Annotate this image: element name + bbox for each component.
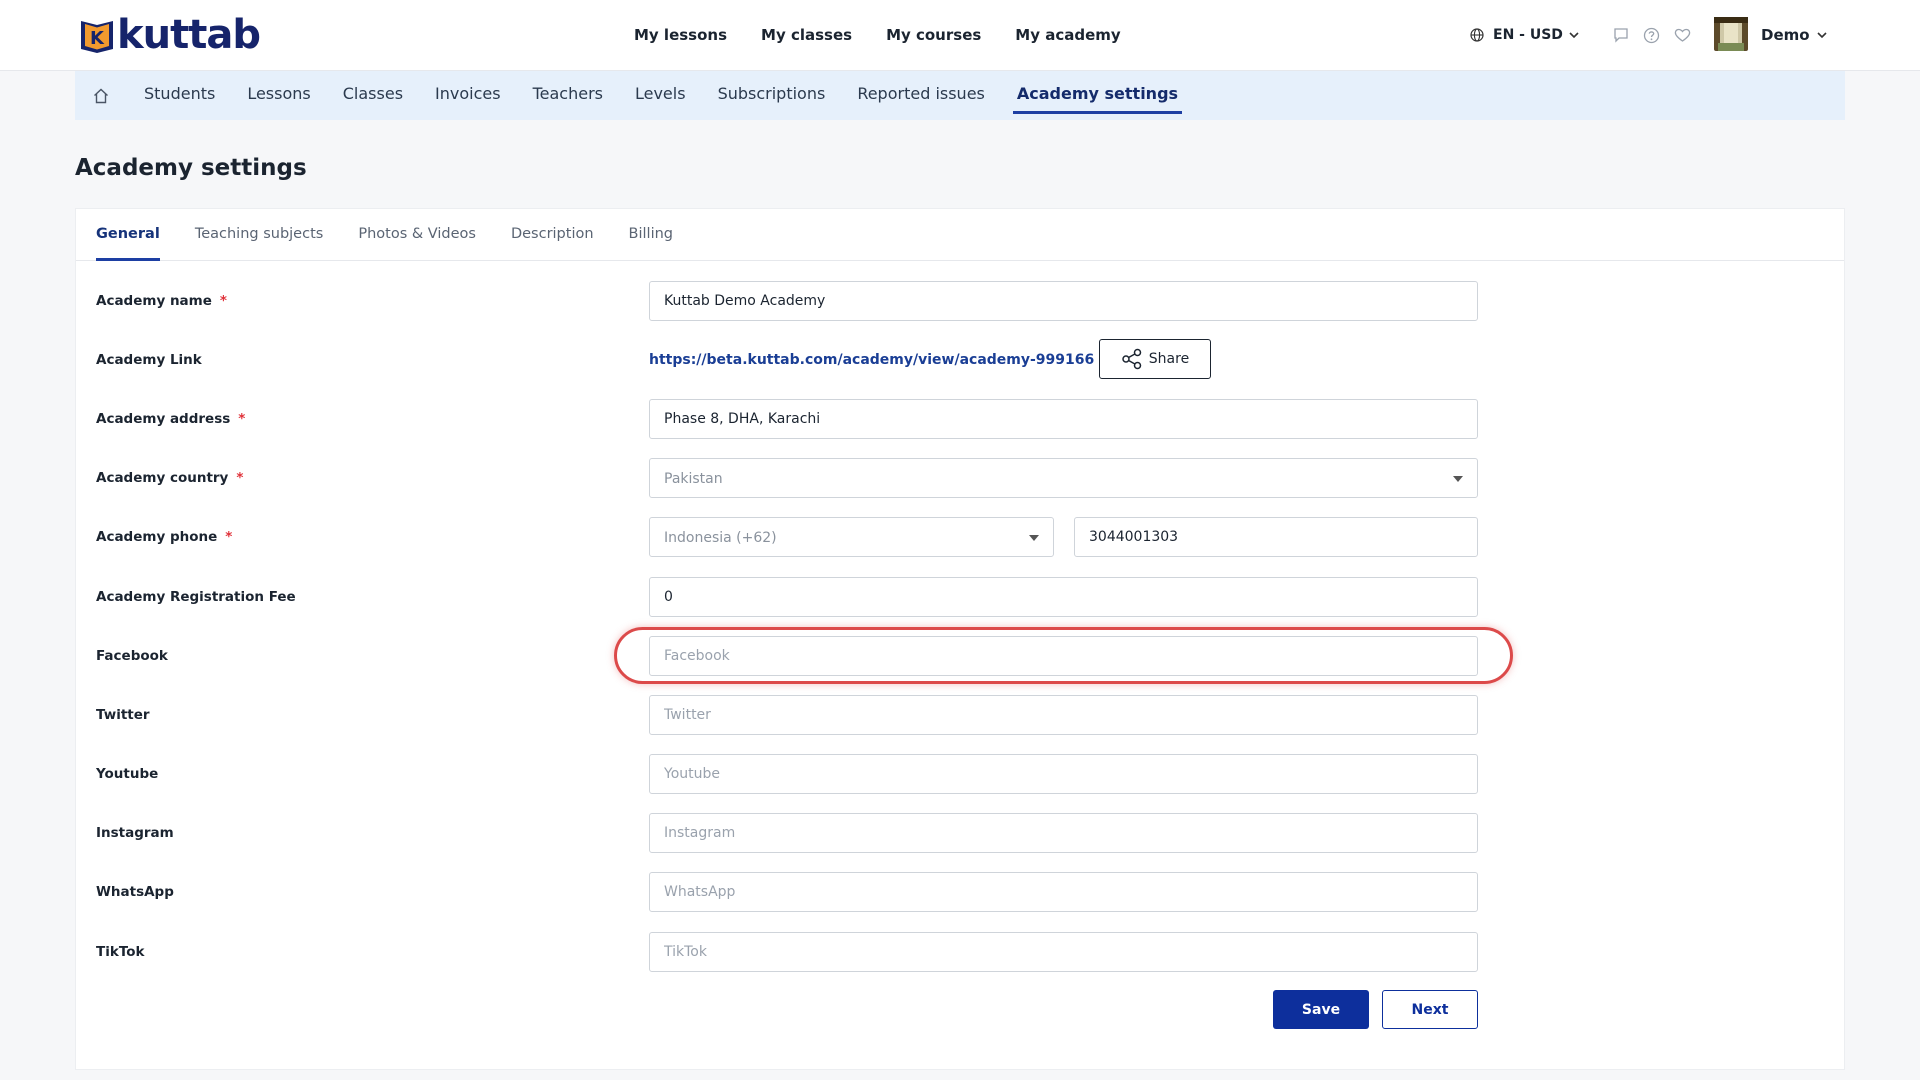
heart-icon[interactable] (1674, 27, 1691, 43)
top-header: K kuttab My lessons My classes My course… (0, 0, 1920, 71)
academy-name-label: Academy name * (96, 293, 227, 309)
tab-description[interactable]: Description (511, 209, 594, 260)
academy-phone-label: Academy phone * (96, 529, 233, 545)
user-menu[interactable]: Demo (1761, 0, 1827, 70)
home-icon[interactable] (92, 87, 110, 105)
registration-fee-row: Academy Registration Fee (76, 577, 1844, 617)
academy-link-row: Academy Link https://beta.kuttab.com/aca… (76, 339, 1844, 380)
utility-icons (1613, 0, 1691, 70)
subnav-invoices[interactable]: Invoices (435, 71, 501, 120)
next-button[interactable]: Next (1382, 990, 1478, 1029)
share-button[interactable]: Share (1099, 339, 1211, 379)
required-asterisk: * (225, 529, 233, 545)
caret-down-icon (1029, 535, 1039, 541)
caret-down-icon (1453, 476, 1463, 482)
instagram-row: Instagram (76, 813, 1844, 853)
nav-my-lessons[interactable]: My lessons (634, 26, 727, 44)
required-asterisk: * (219, 293, 227, 309)
chevron-down-icon (1816, 31, 1827, 38)
share-icon (1122, 348, 1142, 370)
academy-link-label: Academy Link (96, 352, 202, 368)
chat-icon[interactable] (1613, 27, 1629, 43)
youtube-row: Youtube (76, 754, 1844, 794)
nav-my-academy[interactable]: My academy (1015, 26, 1120, 44)
tab-billing[interactable]: Billing (629, 209, 673, 260)
tiktok-row: TikTok (76, 932, 1844, 972)
whatsapp-row: WhatsApp (76, 872, 1844, 912)
tiktok-input[interactable] (649, 932, 1478, 972)
academy-link-url[interactable]: https://beta.kuttab.com/academy/view/aca… (649, 340, 1094, 380)
language-currency-label: EN - USD (1493, 27, 1563, 43)
save-button[interactable]: Save (1273, 990, 1369, 1029)
logo-letter: K (90, 28, 105, 49)
subnav-subscriptions[interactable]: Subscriptions (718, 71, 826, 120)
facebook-row: Facebook (76, 636, 1844, 676)
academy-address-label: Academy address * (96, 411, 246, 427)
instagram-label: Instagram (96, 825, 174, 841)
twitter-row: Twitter (76, 695, 1844, 735)
subnav-teachers[interactable]: Teachers (533, 71, 603, 120)
academy-country-select[interactable]: Pakistan (649, 458, 1478, 498)
tiktok-label: TikTok (96, 944, 145, 960)
logo-text: kuttab (117, 12, 261, 58)
nav-my-courses[interactable]: My courses (886, 26, 981, 44)
kuttab-logo[interactable]: K kuttab (78, 12, 261, 58)
youtube-input[interactable] (649, 754, 1478, 794)
main-nav: My lessons My classes My courses My acad… (634, 0, 1155, 70)
registration-fee-label: Academy Registration Fee (96, 589, 296, 605)
academy-country-label: Academy country * (96, 470, 244, 486)
academy-country-value: Pakistan (664, 471, 723, 487)
academy-subnav: Students Lessons Classes Invoices Teache… (75, 71, 1845, 120)
tab-teaching-subjects[interactable]: Teaching subjects (195, 209, 324, 260)
settings-card: General Teaching subjects Photos & Video… (75, 208, 1845, 1070)
nav-my-classes[interactable]: My classes (761, 26, 852, 44)
help-icon[interactable] (1643, 27, 1660, 44)
user-name: Demo (1761, 26, 1810, 44)
youtube-label: Youtube (96, 766, 159, 782)
subnav-levels[interactable]: Levels (635, 71, 686, 120)
academy-name-row: Academy name * (76, 281, 1844, 321)
academy-address-input[interactable] (649, 399, 1478, 439)
tab-general[interactable]: General (96, 209, 160, 261)
subnav-academy-settings[interactable]: Academy settings (1012, 71, 1183, 120)
whatsapp-input[interactable] (649, 872, 1478, 912)
twitter-input[interactable] (649, 695, 1478, 735)
instagram-input[interactable] (649, 813, 1478, 853)
language-currency-selector[interactable]: EN - USD (1470, 0, 1588, 70)
phone-country-code-value: Indonesia (+62) (664, 530, 777, 546)
share-button-label: Share (1148, 351, 1190, 367)
subnav-classes[interactable]: Classes (343, 71, 403, 120)
academy-name-input[interactable] (649, 281, 1478, 321)
tab-photos-videos[interactable]: Photos & Videos (358, 209, 476, 260)
academy-address-row: Academy address * (76, 399, 1844, 439)
facebook-label: Facebook (96, 648, 168, 664)
settings-tabs: General Teaching subjects Photos & Video… (76, 209, 1844, 261)
facebook-input[interactable] (649, 636, 1478, 676)
academy-phone-row: Academy phone * Indonesia (+62) (76, 517, 1844, 557)
academy-country-row: Academy country * Pakistan (76, 458, 1844, 498)
subnav-reported-issues[interactable]: Reported issues (857, 71, 985, 120)
subnav-lessons[interactable]: Lessons (247, 71, 310, 120)
whatsapp-label: WhatsApp (96, 884, 174, 900)
required-asterisk: * (236, 470, 244, 486)
globe-icon (1470, 28, 1484, 42)
subnav-students[interactable]: Students (144, 71, 215, 120)
page-title: Academy settings (75, 155, 307, 181)
phone-country-code-select[interactable]: Indonesia (+62) (649, 517, 1054, 557)
registration-fee-input[interactable] (649, 577, 1478, 617)
required-asterisk: * (238, 411, 246, 427)
book-logo-icon: K (81, 21, 113, 53)
phone-number-input[interactable] (1074, 517, 1478, 557)
twitter-label: Twitter (96, 707, 150, 723)
user-avatar[interactable] (1714, 17, 1748, 51)
chevron-down-icon (1569, 31, 1579, 38)
